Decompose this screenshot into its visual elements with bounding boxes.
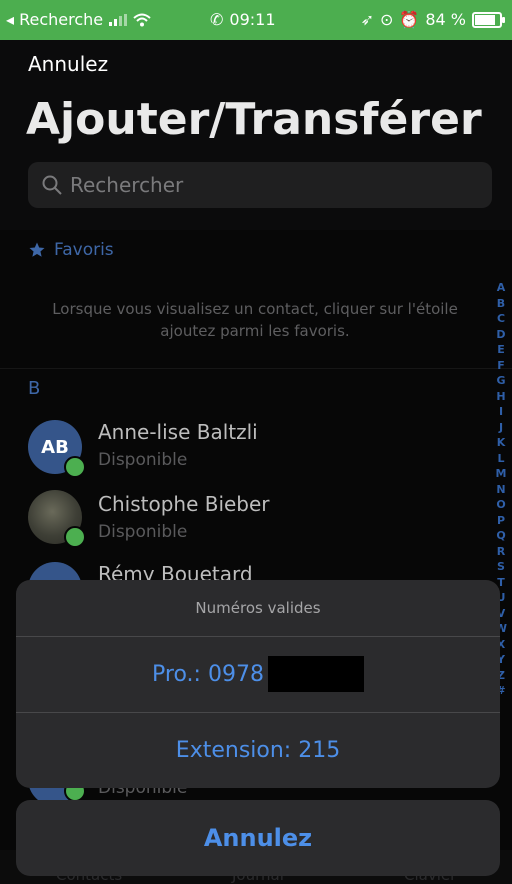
- alphabet-letter[interactable]: Q: [496, 528, 505, 544]
- contact-row[interactable]: Chistophe Bieber Disponible: [0, 484, 512, 554]
- alphabet-letter[interactable]: P: [497, 513, 505, 529]
- alphabet-letter[interactable]: B: [497, 296, 505, 312]
- alphabet-letter[interactable]: R: [497, 544, 505, 560]
- contact-name: Chistophe Bieber: [98, 492, 270, 516]
- alphabet-letter[interactable]: J: [499, 420, 503, 436]
- screen-lock-icon: ⊙: [380, 10, 394, 29]
- alphabet-letter[interactable]: I: [499, 404, 503, 420]
- search-input[interactable]: Rechercher: [28, 162, 492, 208]
- favorites-info: Lorsque vous visualisez un contact, cliq…: [52, 300, 458, 340]
- status-bar: ◂ Recherche ✆ 09:11 ➶ ⊙ ⏰ 84 %: [0, 0, 512, 40]
- alphabet-letter[interactable]: K: [497, 435, 506, 451]
- section-header: B: [28, 378, 41, 399]
- alphabet-letter[interactable]: F: [497, 358, 505, 374]
- alphabet-letter[interactable]: D: [496, 327, 505, 343]
- redacted-block: [267, 656, 364, 692]
- contact-row[interactable]: AB Anne-lise Baltzli Disponible: [0, 414, 512, 484]
- alphabet-letter[interactable]: H: [496, 389, 505, 405]
- divider: [0, 368, 512, 369]
- available-check-icon: [64, 456, 86, 478]
- wifi-icon: [133, 13, 151, 26]
- pro-number-option[interactable]: Pro.: 0978: [16, 637, 500, 711]
- alphabet-letter[interactable]: C: [497, 311, 505, 327]
- contact-status: Disponible: [98, 522, 188, 542]
- clock-time: 09:11: [229, 10, 276, 29]
- alphabet-letter[interactable]: L: [497, 451, 504, 467]
- battery-icon: [472, 11, 505, 28]
- search-placeholder: Rechercher: [70, 173, 184, 197]
- favorites-label: Favoris: [54, 240, 114, 260]
- extension-label: Extension: 215: [175, 737, 341, 763]
- alphabet-letter[interactable]: O: [496, 497, 505, 513]
- cancel-button[interactable]: Annulez: [16, 800, 500, 876]
- alphabet-letter[interactable]: S: [497, 559, 505, 575]
- alphabet-letter[interactable]: N: [496, 482, 505, 498]
- alphabet-letter[interactable]: E: [497, 342, 505, 358]
- location-icon: ➶: [360, 10, 375, 29]
- contact-name: Anne-lise Baltzli: [98, 420, 258, 444]
- alarm-icon: ⏰: [399, 10, 420, 29]
- cancel-link[interactable]: Annulez: [28, 52, 108, 76]
- pro-number-label: Pro.: 0978: [152, 661, 264, 687]
- alphabet-letter[interactable]: G: [496, 373, 505, 389]
- search-icon: [42, 175, 62, 195]
- sheet-title: Numéros valides: [195, 599, 321, 617]
- battery-percent: 84 %: [425, 10, 466, 29]
- status-left: ◂ Recherche: [6, 10, 151, 29]
- alphabet-letter[interactable]: A: [497, 280, 506, 296]
- numbers-action-sheet: Numéros valides Pro.: 0978 Extension: 21…: [16, 580, 500, 788]
- signal-icon: [109, 13, 128, 26]
- status-right: ➶ ⊙ ⏰ 84 %: [360, 10, 505, 29]
- page-title: Ajouter/Transférer u…: [26, 94, 496, 145]
- back-to-app-link[interactable]: ◂ Recherche: [6, 10, 103, 29]
- extension-option[interactable]: Extension: 215: [16, 713, 500, 787]
- available-check-icon: [64, 526, 86, 548]
- alphabet-letter[interactable]: M: [496, 466, 507, 482]
- favorites-header: Favoris: [28, 240, 114, 260]
- contact-status: Disponible: [98, 450, 188, 470]
- phone-call-icon: ✆: [210, 10, 224, 29]
- star-icon: [29, 242, 45, 257]
- status-center: ✆ 09:11: [210, 10, 276, 29]
